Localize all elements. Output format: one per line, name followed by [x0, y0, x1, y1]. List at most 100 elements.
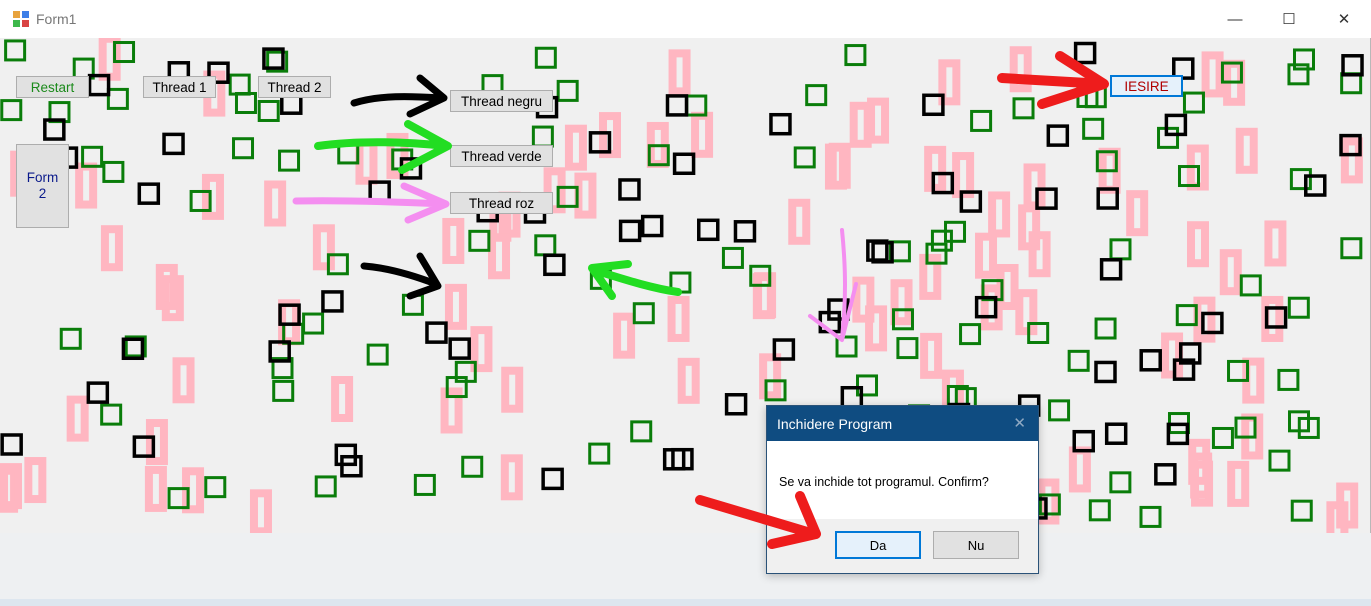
pink-rectangle [677, 357, 700, 404]
black-square [1099, 258, 1123, 281]
green-square [1182, 91, 1205, 114]
pink-rectangle [1186, 221, 1209, 268]
pink-rectangle [1264, 220, 1287, 267]
green-square [0, 99, 23, 122]
pink-rectangle [24, 457, 47, 504]
pink-rectangle [920, 332, 943, 379]
pink-rectangle [500, 454, 523, 501]
black-square [1046, 124, 1070, 147]
black-square [334, 443, 358, 467]
pink-rectangle [75, 162, 98, 209]
green-square [468, 229, 491, 252]
pink-rectangle [442, 217, 465, 264]
green-square [337, 142, 360, 165]
title-bar[interactable]: Form1 — ☐ ✕ [0, 0, 1371, 38]
black-square [425, 321, 448, 344]
pink-rectangle [264, 180, 287, 227]
black-square [1341, 54, 1364, 77]
pink-rectangle [355, 138, 378, 185]
black-square [665, 94, 689, 117]
pink-rectangle [924, 145, 947, 192]
animated-shapes [0, 38, 1364, 533]
pink-rectangle [444, 283, 467, 330]
dialog-close-icon[interactable]: ✕ [1013, 414, 1026, 432]
green-square [1268, 449, 1291, 472]
pink-rectangle [172, 357, 195, 404]
pink-rectangle [1068, 446, 1091, 493]
form2-label-line2: 2 [38, 186, 47, 201]
green-square [257, 99, 280, 122]
pink-rectangle [249, 489, 272, 533]
thread-negru-button[interactable]: Thread negru [450, 90, 553, 112]
pink-rectangle [66, 395, 89, 442]
green-square [531, 125, 554, 148]
green-square [669, 271, 692, 294]
black-square [672, 152, 696, 176]
green-square [1012, 97, 1035, 120]
green-square [721, 246, 744, 269]
pink-rectangle [1023, 163, 1046, 210]
green-square [1239, 274, 1262, 297]
green-square [204, 476, 227, 499]
pink-rectangle [1227, 460, 1250, 507]
restart-button[interactable]: Restart [16, 76, 89, 98]
pink-rectangle [1126, 190, 1149, 237]
green-square [1048, 399, 1071, 422]
black-square [1104, 422, 1128, 445]
green-square [1287, 296, 1310, 319]
green-square [630, 420, 653, 443]
pink-rectangle [849, 101, 872, 148]
thread-1-button[interactable]: Thread 1 [143, 76, 216, 98]
da-button[interactable]: Da [835, 531, 921, 559]
thread-2-button[interactable]: Thread 2 [258, 76, 331, 98]
black-square [86, 381, 110, 404]
close-button[interactable]: ✕ [1321, 0, 1367, 38]
green-square [844, 44, 867, 67]
black-square [1164, 113, 1188, 137]
green-square [366, 343, 389, 366]
pink-rectangle [501, 366, 524, 413]
pink-rectangle [1161, 332, 1184, 379]
desktop-background [0, 533, 1371, 606]
green-square [835, 335, 858, 358]
green-square [1094, 317, 1117, 340]
green-square [102, 160, 125, 183]
maximize-icon: ☐ [1282, 11, 1296, 28]
black-square [541, 467, 564, 491]
pink-rectangle [100, 225, 123, 272]
green-square [278, 149, 301, 172]
pink-rectangle [488, 233, 511, 280]
pink-rectangle [975, 232, 998, 279]
maximize-button[interactable]: ☐ [1266, 0, 1312, 38]
form2-button[interactable]: Form 2 [16, 144, 69, 228]
green-square [302, 312, 325, 335]
black-square [697, 218, 720, 242]
black-square [0, 433, 23, 456]
pink-rectangle [613, 312, 636, 359]
nu-button[interactable]: Nu [933, 531, 1019, 559]
green-square [1109, 238, 1132, 261]
green-square [1067, 349, 1090, 372]
dialog-title-bar[interactable]: Inchidere Program ✕ [767, 406, 1038, 441]
black-square [769, 112, 792, 136]
iesire-button[interactable]: IESIRE [1110, 75, 1183, 97]
pink-rectangle [564, 124, 587, 171]
dialog-body: Se va inchide tot programul. Confirm? [767, 441, 1038, 519]
green-square [805, 84, 828, 107]
thread-verde-button[interactable]: Thread verde [450, 145, 553, 167]
green-square [59, 327, 82, 350]
thread-roz-button[interactable]: Thread roz [450, 192, 553, 214]
black-square [1304, 174, 1327, 197]
green-square [1290, 499, 1313, 522]
pink-rectangle [988, 191, 1011, 238]
pink-rectangle [788, 198, 811, 245]
green-square [272, 379, 295, 402]
green-square [793, 146, 816, 169]
pink-rectangle [1201, 51, 1224, 98]
pink-rectangle [1340, 137, 1363, 184]
pink-rectangle [691, 111, 714, 158]
black-square [1154, 463, 1177, 486]
green-square [413, 473, 436, 496]
pink-rectangle [852, 276, 875, 323]
minimize-button[interactable]: — [1212, 0, 1258, 38]
